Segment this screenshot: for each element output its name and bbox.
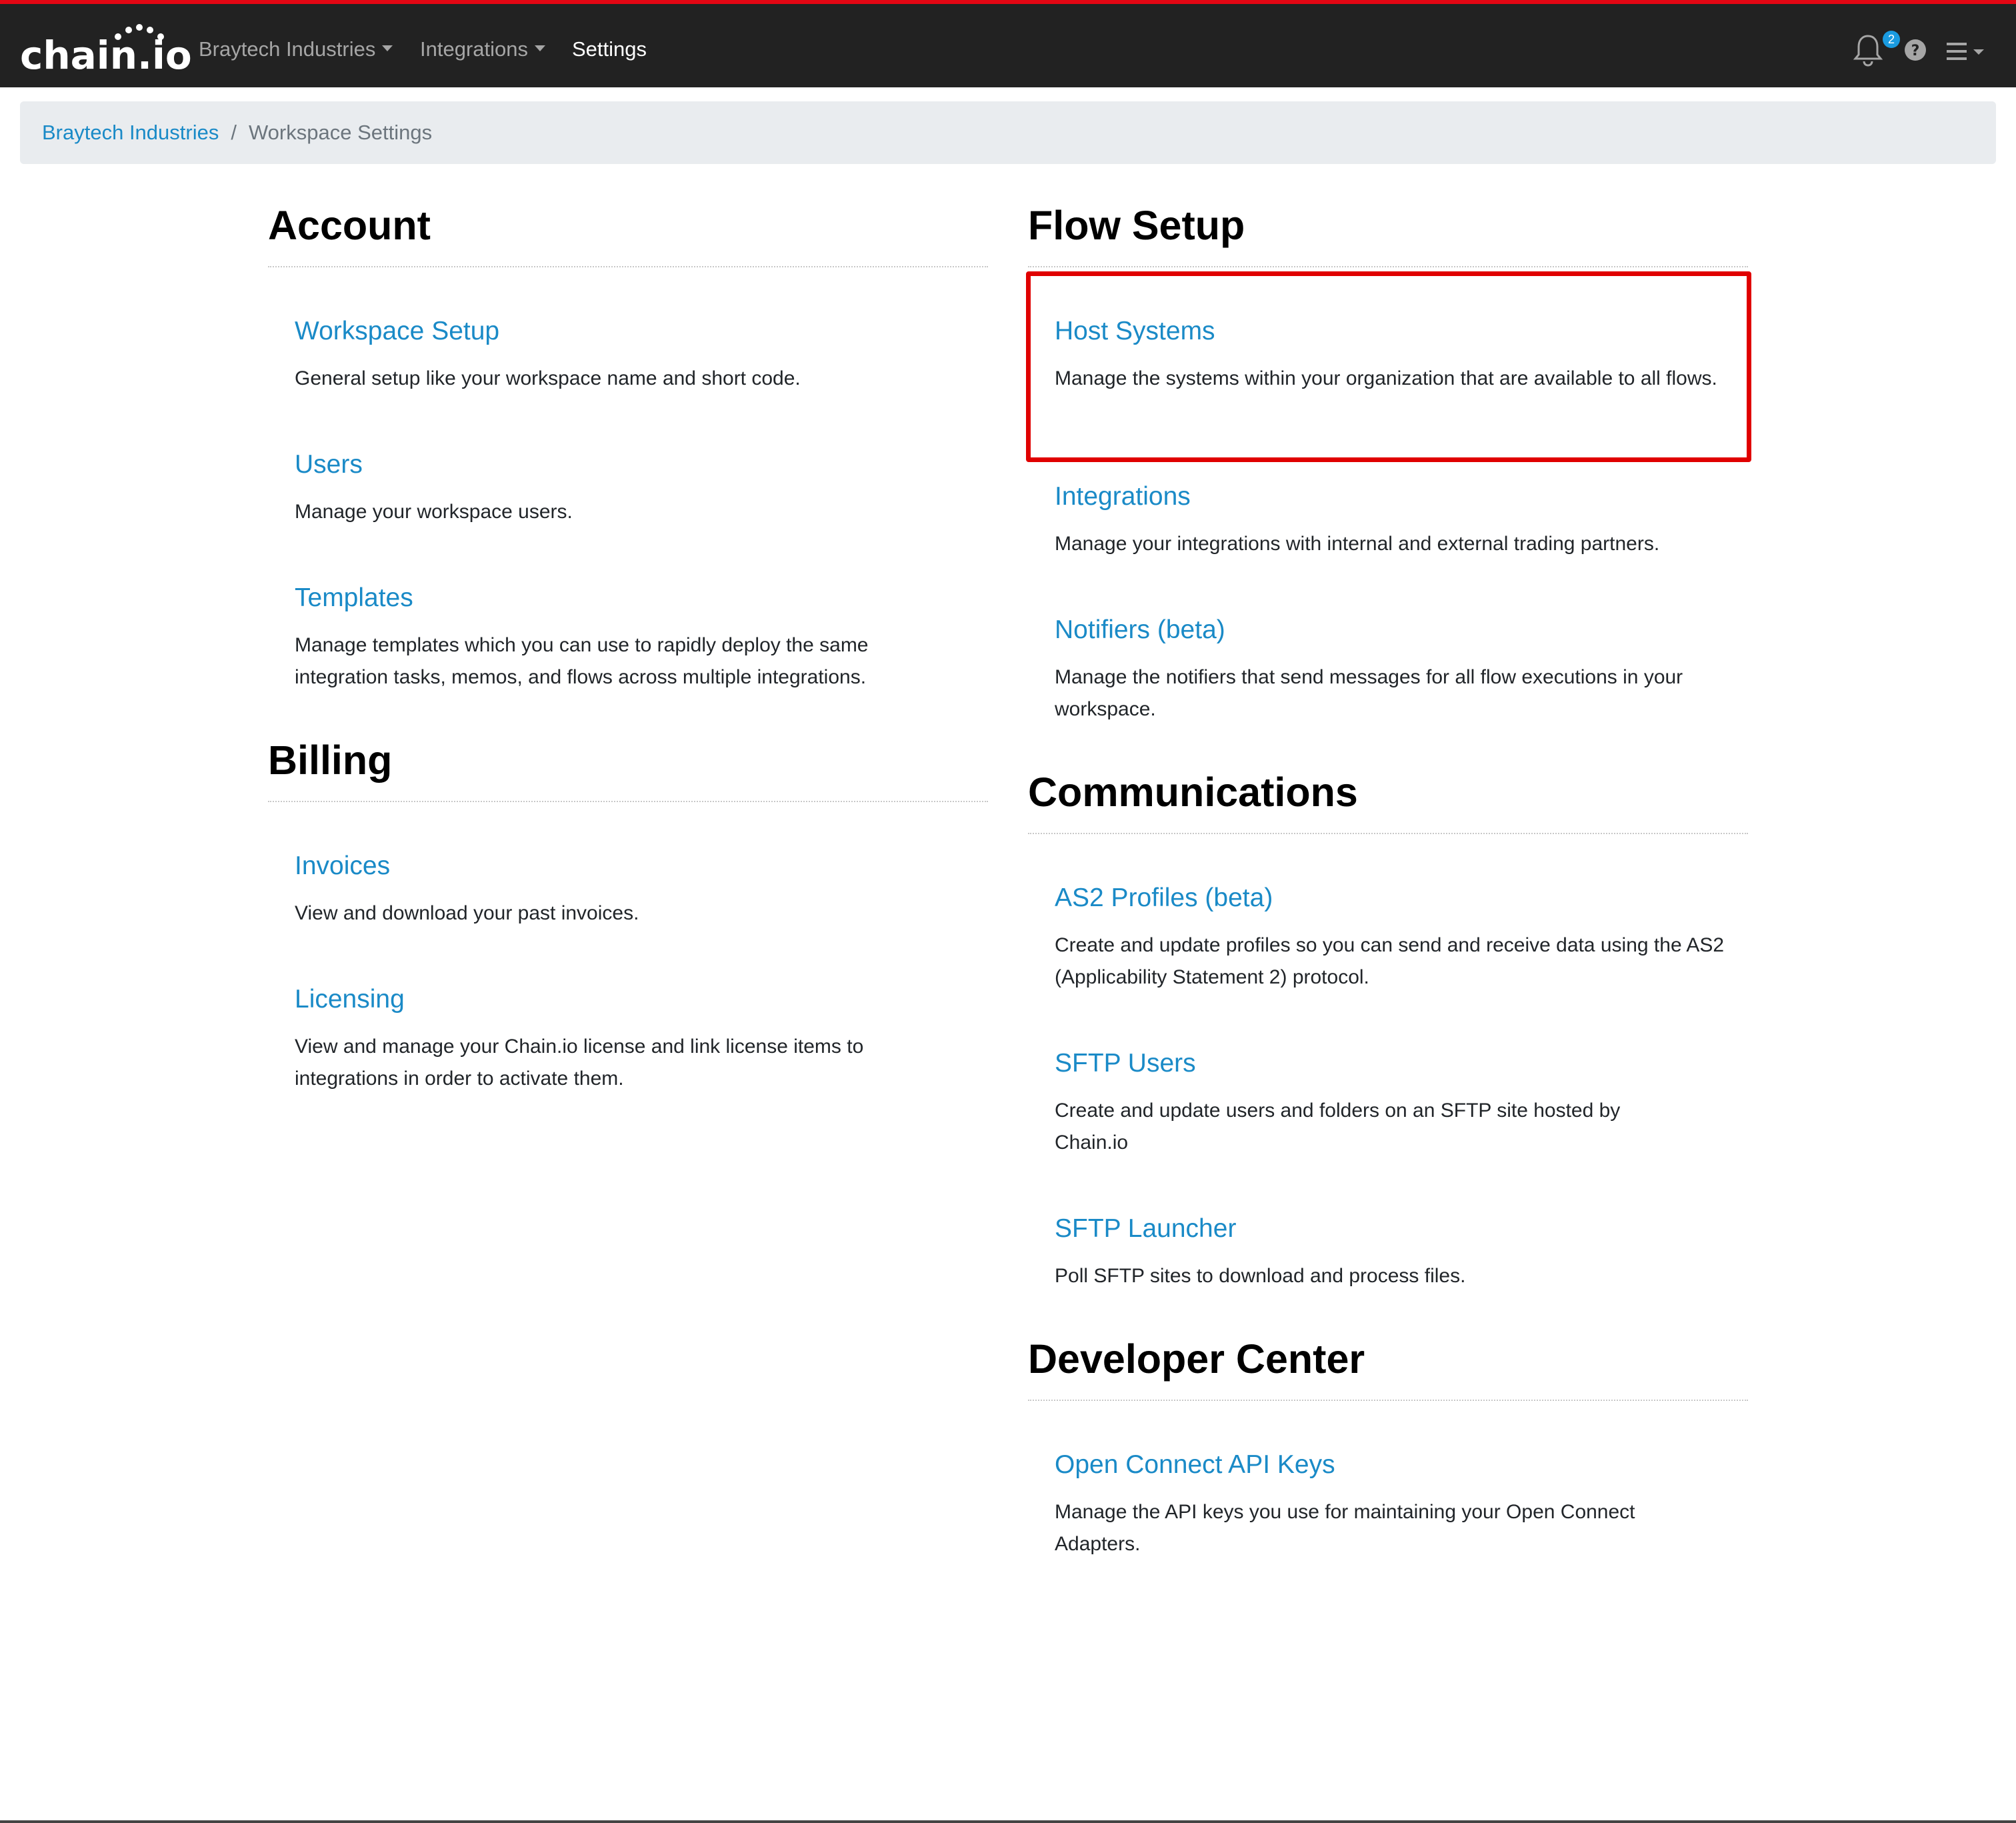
section-divider bbox=[1028, 833, 1748, 834]
section-title-developer-center: Developer Center bbox=[1028, 1336, 1365, 1382]
section-divider bbox=[1028, 266, 1748, 267]
section-title-billing: Billing bbox=[268, 737, 393, 783]
licensing-description: View and manage your Chain.io license an… bbox=[295, 1036, 864, 1090]
open-connect-api-keys-description: Manage the API keys you use for maintain… bbox=[1055, 1501, 1635, 1555]
nav-workspace-label: Braytech Industries bbox=[199, 37, 376, 61]
section-title-account: Account bbox=[268, 203, 431, 248]
nav-integrations-label: Integrations bbox=[420, 37, 528, 61]
sftp-users-description: Create and update users and folders on a… bbox=[1055, 1100, 1621, 1154]
section-divider bbox=[268, 801, 988, 802]
chevron-down-icon bbox=[535, 45, 545, 52]
workspace-settings-page: chain.io Braytech Industries Integration… bbox=[0, 0, 2016, 1823]
breadcrumb-workspace-link[interactable]: Braytech Industries bbox=[42, 121, 219, 145]
breadcrumb-separator: / bbox=[231, 121, 237, 144]
nav-settings-link[interactable]: Settings bbox=[572, 37, 647, 61]
host-systems-link[interactable]: Host Systems bbox=[1055, 316, 1215, 347]
open-connect-api-keys-link[interactable]: Open Connect API Keys bbox=[1055, 1450, 1335, 1480]
sftp-users-link[interactable]: SFTP Users bbox=[1055, 1048, 1196, 1079]
hamburger-menu-icon[interactable] bbox=[1947, 43, 1987, 60]
svg-text:?: ? bbox=[1911, 43, 1920, 59]
chainio-logo[interactable]: chain.io bbox=[20, 24, 192, 78]
section-divider bbox=[1028, 1400, 1748, 1401]
integrations-description: Manage your integrations with internal a… bbox=[1055, 533, 1660, 555]
section-divider bbox=[268, 266, 988, 267]
nav-integrations-dropdown[interactable]: Integrations bbox=[420, 37, 545, 61]
notification-count-badge: 2 bbox=[1883, 31, 1900, 48]
invoices-description: View and download your past invoices. bbox=[295, 902, 639, 924]
breadcrumb-current: Workspace Settings bbox=[248, 121, 433, 144]
as2-profiles-link[interactable]: AS2 Profiles (beta) bbox=[1055, 883, 1273, 914]
workspace-setup-description: General setup like your workspace name a… bbox=[295, 367, 801, 389]
host-systems-description: Manage the systems within your organizat… bbox=[1055, 367, 1717, 389]
integrations-link[interactable]: Integrations bbox=[1055, 481, 1191, 512]
nav-workspace-dropdown[interactable]: Braytech Industries bbox=[199, 37, 393, 61]
help-icon[interactable]: ? bbox=[1904, 39, 1927, 61]
as2-profiles-description: Create and update profiles so you can se… bbox=[1055, 934, 1725, 988]
notifiers-link[interactable]: Notifiers (beta) bbox=[1055, 615, 1225, 645]
section-title-communications: Communications bbox=[1028, 769, 1358, 815]
window-bottom-edge bbox=[0, 1820, 2016, 1823]
sftp-launcher-description: Poll SFTP sites to download and process … bbox=[1055, 1265, 1466, 1287]
users-link[interactable]: Users bbox=[295, 449, 363, 480]
nav-settings-label: Settings bbox=[572, 37, 647, 61]
users-description: Manage your workspace users. bbox=[295, 501, 573, 523]
notifiers-description: Manage the notifiers that send messages … bbox=[1055, 666, 1683, 720]
logo-text: chain.io bbox=[20, 33, 192, 78]
section-title-flow-setup: Flow Setup bbox=[1028, 203, 1245, 248]
sftp-launcher-link[interactable]: SFTP Launcher bbox=[1055, 1214, 1236, 1244]
templates-link[interactable]: Templates bbox=[295, 583, 413, 613]
bell-icon[interactable] bbox=[1853, 33, 1883, 67]
invoices-link[interactable]: Invoices bbox=[295, 851, 390, 881]
workspace-setup-link[interactable]: Workspace Setup bbox=[295, 316, 499, 347]
licensing-link[interactable]: Licensing bbox=[295, 984, 405, 1015]
templates-description: Manage templates which you can use to ra… bbox=[295, 634, 869, 688]
breadcrumb: Braytech Industries / Workspace Settings bbox=[20, 101, 1996, 164]
chevron-down-icon bbox=[382, 45, 393, 52]
top-navbar: chain.io Braytech Industries Integration… bbox=[0, 4, 2016, 87]
